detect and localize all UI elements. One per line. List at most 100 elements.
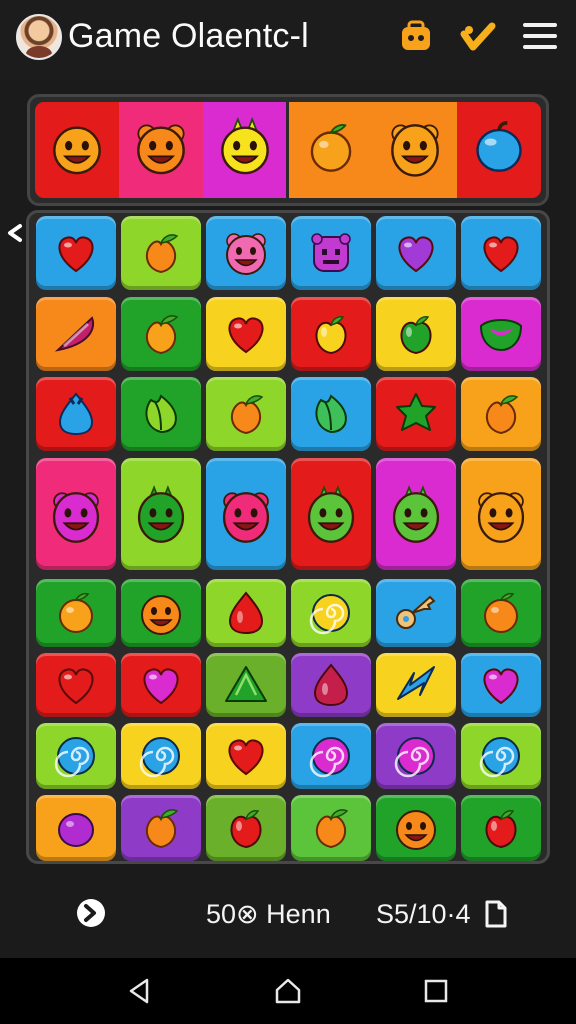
board-tile[interactable] (206, 723, 286, 789)
red-drop-icon (305, 659, 357, 711)
board-tile[interactable] (291, 297, 371, 371)
board-tile[interactable] (376, 795, 456, 861)
heart-icon (50, 659, 102, 711)
copy-icon[interactable] (480, 898, 510, 930)
board-tile[interactable] (291, 579, 371, 647)
yellow-lemon-face-icon (214, 116, 276, 183)
board-tile[interactable] (461, 653, 541, 717)
board-tile[interactable] (206, 653, 286, 717)
board-tile[interactable] (376, 653, 456, 717)
board-tile[interactable] (291, 216, 371, 290)
board-tile[interactable] (121, 216, 201, 290)
recents-icon[interactable] (421, 976, 451, 1006)
board-tile[interactable] (36, 377, 116, 451)
board-tile[interactable] (36, 297, 116, 371)
pink-bear-face-icon (216, 472, 276, 556)
board-tile[interactable] (206, 297, 286, 371)
board-tile[interactable] (36, 653, 116, 717)
heart-icon (135, 659, 187, 711)
android-nav-bar (0, 958, 576, 1024)
board-tile[interactable] (36, 458, 116, 570)
board-tile[interactable] (291, 653, 371, 717)
strip-tile[interactable] (202, 102, 290, 198)
board-tile[interactable] (206, 579, 286, 647)
plum-icon (50, 802, 102, 854)
strip-tile[interactable] (457, 102, 541, 198)
moves-label: S5/10·4 (376, 899, 471, 929)
bag-icon[interactable] (396, 16, 436, 56)
monster-face-icon (305, 227, 357, 279)
swirl-icon (50, 730, 102, 782)
strip-tile[interactable] (35, 102, 119, 198)
apple-icon (220, 802, 272, 854)
board-tile[interactable] (206, 795, 286, 861)
key-icon (390, 587, 442, 639)
strip-tile[interactable] (289, 102, 374, 198)
board-tile[interactable] (291, 723, 371, 789)
check-icon[interactable] (458, 16, 498, 56)
board-tile[interactable] (121, 377, 201, 451)
board-tile[interactable] (461, 458, 541, 570)
match-preview-strip (27, 94, 549, 206)
board-tile[interactable] (121, 579, 201, 647)
heart-icon (475, 227, 527, 279)
board-tile[interactable] (461, 723, 541, 789)
swirl-icon (305, 730, 357, 782)
smile-mouth-icon (475, 308, 527, 360)
board-tile[interactable] (376, 377, 456, 451)
board-tile[interactable] (121, 458, 201, 570)
next-arrow-icon[interactable] (74, 896, 108, 930)
pig-face-icon (220, 227, 272, 279)
board-tile[interactable] (461, 216, 541, 290)
board-tile[interactable] (291, 458, 371, 570)
board-tile[interactable] (461, 297, 541, 371)
green-leaf-icon (135, 388, 187, 440)
chevron-left-icon[interactable] (4, 222, 26, 244)
board-tile[interactable] (376, 458, 456, 570)
swirl-icon (475, 730, 527, 782)
orange-fruit-icon (475, 587, 527, 639)
board-tile[interactable] (291, 377, 371, 451)
avatar[interactable] (16, 14, 62, 60)
board-tile[interactable] (121, 723, 201, 789)
board-tile[interactable] (36, 723, 116, 789)
heart-icon (220, 730, 272, 782)
board-tile[interactable] (376, 723, 456, 789)
strip-tile[interactable] (118, 102, 203, 198)
board-tile[interactable] (36, 795, 116, 861)
board-tile[interactable] (121, 795, 201, 861)
hamburger-menu-icon[interactable] (520, 16, 560, 56)
peach-icon (135, 802, 187, 854)
board-tile[interactable] (461, 795, 541, 861)
board-tile[interactable] (291, 795, 371, 861)
home-icon[interactable] (273, 976, 303, 1006)
heart-icon (475, 659, 527, 711)
apple-icon (390, 308, 442, 360)
board-tile[interactable] (36, 579, 116, 647)
swirl-icon (305, 587, 357, 639)
board-tile[interactable] (206, 377, 286, 451)
red-drop-icon (220, 587, 272, 639)
board-tile[interactable] (461, 377, 541, 451)
swirl-icon (390, 730, 442, 782)
swirl-icon (135, 730, 187, 782)
status-bar: 50⊗ Henn S5/10·4 (0, 880, 576, 950)
board-tile[interactable] (461, 579, 541, 647)
board-tile[interactable] (376, 216, 456, 290)
strip-tile[interactable] (373, 102, 458, 198)
board-tile[interactable] (206, 458, 286, 570)
board-tile[interactable] (206, 216, 286, 290)
apple-icon (475, 802, 527, 854)
game-board (26, 210, 550, 864)
board-tile[interactable] (36, 216, 116, 290)
board-tile[interactable] (376, 297, 456, 371)
peach-icon (135, 308, 187, 360)
peach-icon (220, 388, 272, 440)
back-icon[interactable] (125, 976, 155, 1006)
heart-icon (390, 227, 442, 279)
board-tile[interactable] (121, 653, 201, 717)
board-tile[interactable] (121, 297, 201, 371)
orange-smiley-icon (390, 802, 442, 854)
top-bar: Game Olaentc-l (0, 0, 576, 80)
board-tile[interactable] (376, 579, 456, 647)
